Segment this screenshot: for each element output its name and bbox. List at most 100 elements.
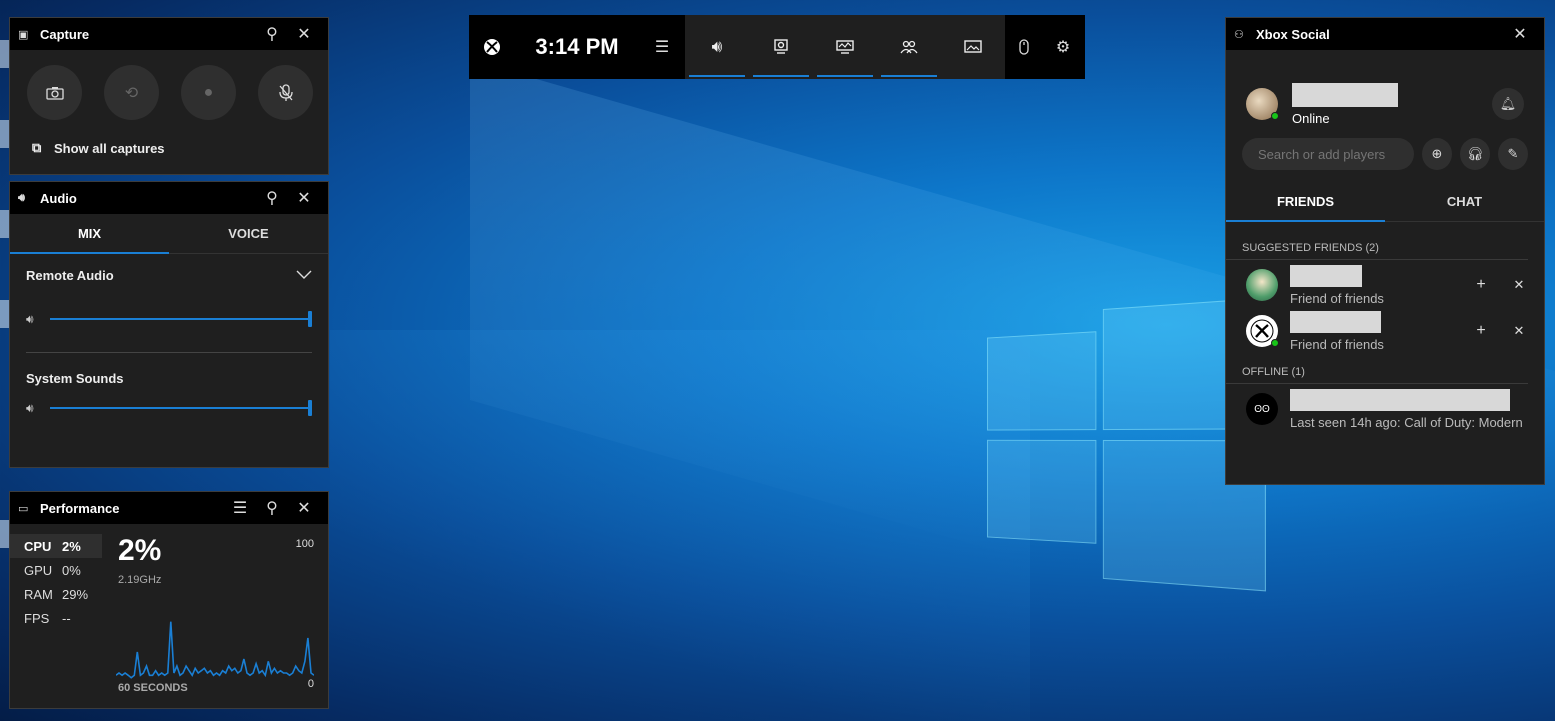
redacted-gamertag: [1292, 82, 1398, 107]
monitor-icon: ▭: [18, 502, 29, 515]
perf-value: --: [62, 610, 71, 626]
avatar[interactable]: [1246, 88, 1279, 120]
perf-item-fps[interactable]: FPS --: [10, 606, 102, 630]
close-icon[interactable]: ✕: [1504, 18, 1536, 50]
list-item[interactable]: ʘʘ Last seen 14h ago: Call of Duty: Mode…: [1226, 386, 1544, 432]
audio-widget: 🔊︎ Audio ⚲ ✕ MIX VOICE Remote Audio 🔊︎ S…: [9, 181, 329, 468]
mic-off-button[interactable]: [258, 65, 313, 120]
pin-icon[interactable]: ⚲: [256, 182, 288, 214]
desktop-icon[interactable]: [0, 210, 9, 238]
device-label: System Sounds: [26, 370, 124, 386]
desktop-icon[interactable]: [0, 300, 9, 328]
show-all-captures-label: Show all captures: [54, 140, 165, 156]
dismiss-icon[interactable]: ✕: [1500, 277, 1538, 293]
chevron-down-icon[interactable]: [296, 270, 312, 280]
list-item[interactable]: Friend of friends + ✕: [1226, 262, 1544, 308]
performance-graph: 2% 2.19GHz 100 0 60 SECONDS: [102, 524, 328, 706]
perf-value: 2%: [62, 538, 81, 554]
gallery-icon: ⧉: [32, 140, 42, 155]
capture-widget: ▣ Capture ⚲ ✕ ⟲ ● ⧉ Show all captures: [9, 17, 329, 175]
capture-header: ▣ Capture ⚲ ✕: [10, 18, 328, 50]
redacted-gamertag: [1290, 388, 1510, 411]
redacted-gamertag: [1290, 264, 1362, 287]
perf-max-label: 100: [295, 538, 314, 550]
perf-item-gpu[interactable]: GPU 0%: [10, 558, 102, 582]
speaker-icon: 🔊︎: [18, 191, 25, 204]
audio-header: 🔊︎ Audio ⚲ ✕: [10, 182, 328, 214]
show-all-captures-link[interactable]: ⧉ Show all captures: [32, 140, 328, 156]
compose-message-icon[interactable]: ✎: [1498, 138, 1528, 170]
desktop-icon[interactable]: [0, 40, 9, 68]
perf-name: FPS: [24, 610, 50, 626]
speaker-icon: 🔊︎: [26, 400, 34, 415]
notification-bell-icon[interactable]: 🔔︎: [1492, 88, 1524, 120]
perf-min-label: 0: [307, 678, 314, 690]
perf-item-ram[interactable]: RAM 29%: [10, 582, 102, 606]
performance-widget: ▭ Performance ☰ ⚲ ✕ CPU 2% GPU 0% RAM 29% F…: [9, 491, 329, 709]
desktop-icon[interactable]: [0, 520, 9, 548]
desktop-icon[interactable]: [0, 120, 9, 148]
volume-slider[interactable]: [50, 400, 312, 416]
search-players-input[interactable]: [1242, 138, 1414, 170]
close-icon[interactable]: ✕: [288, 18, 320, 50]
friend-subtitle: Friend of friends: [1290, 336, 1384, 352]
close-icon[interactable]: ✕: [288, 492, 320, 524]
avatar: ʘʘ: [1246, 393, 1278, 425]
party-headset-icon[interactable]: 🎧︎: [1460, 138, 1490, 170]
record-button[interactable]: ●: [181, 65, 236, 120]
dismiss-icon[interactable]: ✕: [1500, 323, 1538, 339]
audio-title: Audio: [40, 190, 77, 206]
tab-chat[interactable]: CHAT: [1385, 182, 1544, 221]
options-icon[interactable]: ☰: [224, 492, 256, 524]
perf-value: 0%: [62, 562, 81, 578]
pin-icon[interactable]: ⚲: [256, 492, 288, 524]
mouse-icon[interactable]: [1005, 39, 1043, 55]
tab-friends[interactable]: FRIENDS: [1226, 182, 1385, 222]
wallpaper-light-beam: [330, 330, 1030, 721]
performance-title: Performance: [40, 500, 120, 516]
friend-subtitle: Friend of friends: [1290, 290, 1384, 306]
add-friend-icon[interactable]: ⊕: [1422, 138, 1452, 170]
performance-widget-button[interactable]: [813, 15, 877, 79]
offline-header: OFFLINE (1): [1226, 366, 1528, 384]
perf-value: 29%: [62, 586, 89, 602]
performance-header: ▭ Performance ☰ ⚲ ✕: [10, 492, 328, 524]
capture-title: Capture: [40, 26, 90, 42]
online-indicator: [1271, 339, 1279, 347]
slider-thumb[interactable]: [308, 400, 312, 416]
tab-mix[interactable]: MIX: [10, 214, 169, 254]
gallery-widget-button[interactable]: [941, 15, 1005, 79]
widget-menu-icon[interactable]: ☰: [639, 37, 685, 57]
divider: [26, 352, 312, 353]
social-widget-button[interactable]: [877, 15, 941, 79]
speaker-icon: 🔊︎: [26, 311, 34, 326]
social-widget: ⚇ Xbox Social ✕ Online 🔔︎ ⊕ 🎧︎ ✎ FRIENDS…: [1225, 17, 1545, 485]
redacted-gamertag: [1290, 310, 1381, 333]
slider-thumb[interactable]: [308, 311, 312, 327]
screenshot-button[interactable]: [27, 65, 82, 120]
xbox-logo-icon[interactable]: [469, 38, 515, 56]
user-profile: Online 🔔︎: [1226, 50, 1544, 138]
perf-axis-label: 60 SECONDS: [118, 682, 188, 694]
pin-icon[interactable]: ⚲: [256, 18, 288, 50]
record-last-button[interactable]: ⟲: [104, 65, 159, 120]
perf-item-cpu[interactable]: CPU 2%: [10, 534, 102, 558]
capture-icon: ▣: [18, 28, 29, 41]
list-item[interactable]: Friend of friends + ✕: [1226, 308, 1544, 354]
volume-slider[interactable]: [50, 311, 312, 327]
settings-gear-icon[interactable]: ⚙: [1043, 37, 1083, 57]
suggested-friends-header: SUGGESTED FRIENDS (2): [1226, 242, 1528, 260]
cpu-usage-line: [116, 621, 314, 679]
user-status: Online: [1292, 110, 1330, 126]
people-icon: ⚇: [1234, 28, 1244, 41]
perf-frequency: 2.19GHz: [118, 574, 162, 586]
perf-big-value: 2%: [118, 534, 162, 567]
add-icon[interactable]: +: [1462, 322, 1500, 340]
close-icon[interactable]: ✕: [288, 182, 320, 214]
capture-widget-button[interactable]: [749, 15, 813, 79]
audio-widget-button[interactable]: 🔊︎: [685, 15, 749, 79]
device-label: Remote Audio: [26, 267, 114, 283]
perf-name: CPU: [24, 538, 52, 554]
add-icon[interactable]: +: [1462, 276, 1500, 294]
tab-voice[interactable]: VOICE: [169, 214, 328, 253]
